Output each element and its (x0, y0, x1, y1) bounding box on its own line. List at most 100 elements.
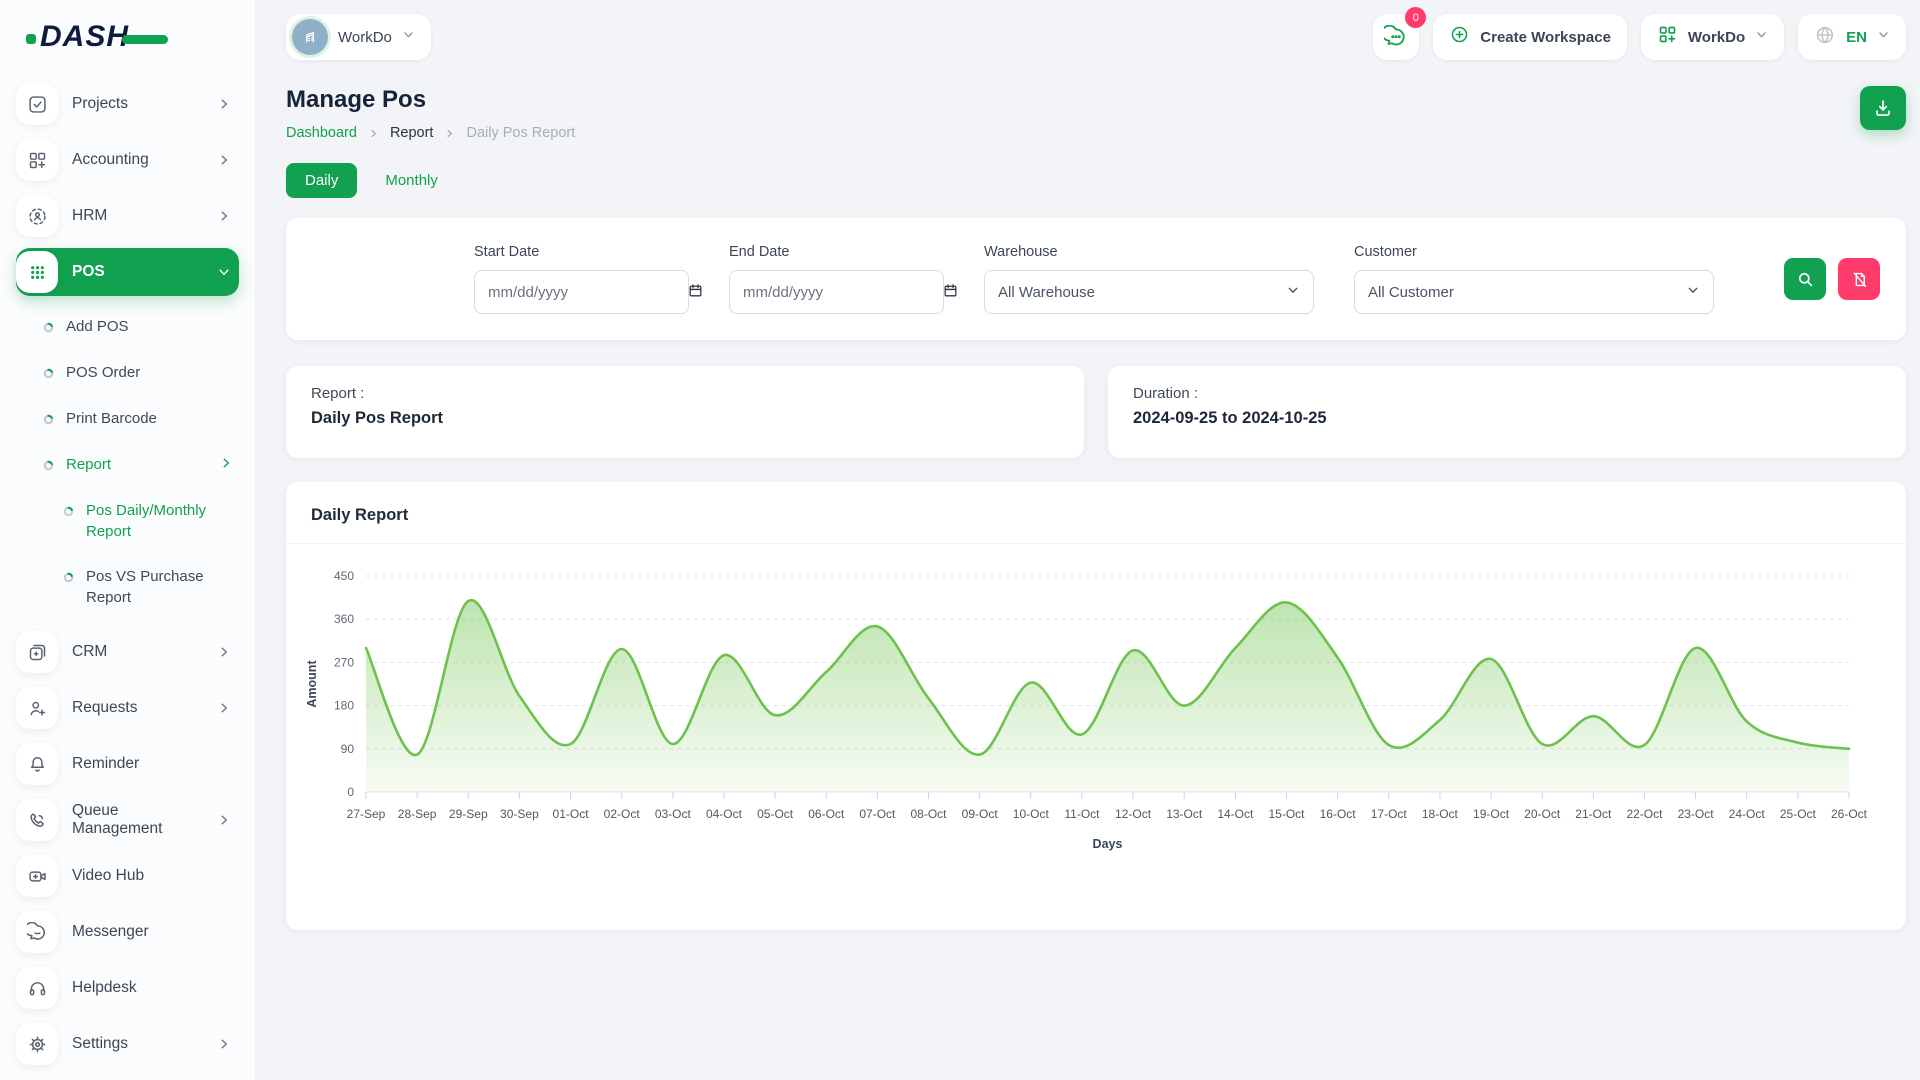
logo-dot (26, 34, 36, 44)
workspace-dropdown[interactable]: WorkDo (1641, 14, 1784, 60)
svg-text:0: 0 (347, 785, 354, 799)
sidebar-subitem-pos-order[interactable]: POS Order (0, 350, 239, 396)
sidebar-subitem-label: Pos VS Purchase Report (86, 566, 236, 608)
svg-text:22-Oct: 22-Oct (1626, 807, 1663, 821)
grid-plus-icon (1657, 24, 1678, 50)
messages-button[interactable]: 0 (1373, 14, 1419, 60)
ring-bullet-icon (43, 412, 54, 430)
download-icon (1872, 97, 1894, 119)
calendar-icon[interactable] (687, 282, 704, 303)
app-logo[interactable]: DASH (26, 16, 255, 58)
chevron-right-icon (219, 456, 233, 470)
sidebar-subitem-pos-vs-purchase-report[interactable]: Pos VS Purchase Report (0, 554, 239, 620)
report-value: Daily Pos Report (311, 409, 1059, 428)
person-dashed-icon (16, 195, 58, 237)
ring-bullet-icon (43, 366, 54, 384)
sidebar-item-accounting[interactable]: Accounting (16, 136, 239, 184)
report-period-tabs: Daily Monthly (286, 163, 1906, 198)
create-workspace-button[interactable]: Create Workspace (1433, 14, 1627, 60)
duration-label: Duration : (1133, 385, 1881, 402)
sidebar-subitem-print-barcode[interactable]: Print Barcode (0, 396, 239, 442)
reset-filter-icon (1850, 270, 1869, 289)
sidebar-item-video-hub[interactable]: Video Hub (16, 852, 239, 900)
svg-text:30-Sep: 30-Sep (500, 807, 539, 821)
sidebar-item-hrm[interactable]: HRM (16, 192, 239, 240)
svg-text:270: 270 (334, 655, 354, 669)
filter-actions (1784, 258, 1880, 300)
sidebar-item-settings[interactable]: Settings (16, 1020, 239, 1068)
sidebar-item-messenger[interactable]: Messenger (16, 908, 239, 956)
svg-text:10-Oct: 10-Oct (1013, 807, 1050, 821)
language-dropdown[interactable]: EN (1798, 14, 1906, 60)
sidebar-item-crm[interactable]: CRM (16, 628, 239, 676)
tab-daily[interactable]: Daily (286, 163, 357, 198)
breadcrumb-dashboard[interactable]: Dashboard (286, 125, 357, 141)
sidebar-nav: Projects Accounting HRM (0, 80, 255, 1068)
main-area: WorkDo 0 Create Workspace WorkDo (256, 0, 1920, 1080)
chart-body: 09018027036045027-Sep28-Sep29-Sep30-Sep0… (286, 544, 1906, 870)
reset-filter-button[interactable] (1838, 258, 1880, 300)
chevron-right-icon (368, 128, 379, 139)
page-head: Manage Pos Dashboard Report Daily Pos Re… (286, 86, 1906, 141)
sidebar-subitem-report[interactable]: Report (0, 442, 239, 488)
download-button[interactable] (1860, 86, 1906, 130)
svg-text:Amount: Amount (305, 660, 319, 708)
svg-text:180: 180 (334, 699, 354, 713)
daily-report-card: Daily Report 09018027036045027-Sep28-Sep… (286, 482, 1906, 930)
gear-icon (16, 1023, 58, 1065)
windows-copy-icon (16, 631, 58, 673)
warehouse-label: Warehouse (984, 244, 1314, 260)
end-date-input[interactable] (743, 284, 942, 301)
sidebar-item-queue-management[interactable]: Queue Management (16, 796, 239, 844)
svg-text:09-Oct: 09-Oct (962, 807, 999, 821)
sidebar-item-reminder[interactable]: Reminder (16, 740, 239, 788)
start-date-input[interactable] (488, 284, 687, 301)
chevron-down-icon (217, 265, 231, 279)
sidebar-item-projects[interactable]: Projects (16, 80, 239, 128)
duration-summary-card: Duration : 2024-09-25 to 2024-10-25 (1108, 366, 1906, 458)
person-plus-icon (16, 687, 58, 729)
tab-monthly[interactable]: Monthly (385, 172, 438, 189)
warehouse-select[interactable]: All Warehouse (984, 270, 1314, 314)
svg-text:29-Sep: 29-Sep (449, 807, 488, 821)
page-title: Manage Pos (286, 86, 575, 114)
sidebar-item-label: Helpdesk (72, 979, 137, 997)
create-workspace-label: Create Workspace (1480, 29, 1611, 46)
daily-report-area-chart: 09018027036045027-Sep28-Sep29-Sep30-Sep0… (302, 560, 1886, 870)
svg-text:27-Sep: 27-Sep (347, 807, 386, 821)
svg-text:07-Oct: 07-Oct (859, 807, 896, 821)
svg-text:12-Oct: 12-Oct (1115, 807, 1152, 821)
logo-text: DASH (40, 20, 129, 54)
app-root: DASH Projects Accounting (0, 0, 1920, 1080)
chevron-down-icon (402, 28, 415, 46)
sidebar-item-label: Settings (72, 1035, 128, 1053)
calendar-icon[interactable] (942, 282, 959, 303)
sidebar-subitem-pos-daily-monthly-report[interactable]: Pos Daily/Monthly Report (0, 488, 239, 554)
svg-text:360: 360 (334, 612, 354, 626)
phone-call-icon (16, 799, 58, 841)
workspace-switcher[interactable]: WorkDo (286, 14, 431, 60)
svg-text:03-Oct: 03-Oct (655, 807, 692, 821)
start-date-label: Start Date (474, 244, 689, 260)
duration-value: 2024-09-25 to 2024-10-25 (1133, 409, 1881, 428)
workspace-name: WorkDo (338, 29, 392, 46)
video-camera-icon (16, 855, 58, 897)
chevron-down-icon (1877, 28, 1890, 46)
chevron-right-icon (217, 1037, 231, 1051)
topbar: WorkDo 0 Create Workspace WorkDo (256, 0, 1920, 62)
svg-text:19-Oct: 19-Oct (1473, 807, 1510, 821)
sidebar-item-label: Projects (72, 95, 128, 113)
sidebar-item-requests[interactable]: Requests (16, 684, 239, 732)
sidebar-subitem-add-pos[interactable]: Add POS (0, 304, 239, 350)
sidebar-item-helpdesk[interactable]: Helpdesk (16, 964, 239, 1012)
breadcrumb-report[interactable]: Report (390, 125, 434, 141)
sidebar-item-pos[interactable]: POS (16, 248, 239, 296)
sidebar-subitem-label: Pos Daily/Monthly Report (86, 500, 236, 542)
report-summary-card: Report : Daily Pos Report (286, 366, 1084, 458)
end-date-label: End Date (729, 244, 944, 260)
chevron-right-icon (217, 813, 231, 827)
customer-select[interactable]: All Customer (1354, 270, 1714, 314)
chevron-down-icon (1286, 283, 1300, 301)
search-button[interactable] (1784, 258, 1826, 300)
chat-bubble-icon (16, 911, 58, 953)
